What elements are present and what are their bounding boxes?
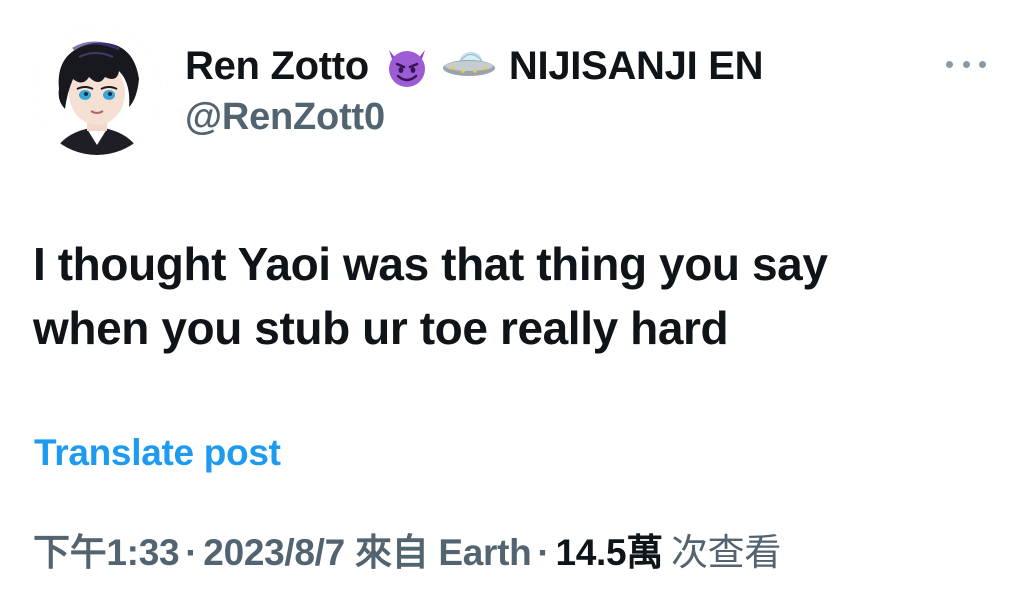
smiling-devil-emoji-icon	[383, 42, 431, 90]
post-source: 來自 Earth	[354, 532, 532, 573]
post-metadata: 下午1:33 · 2023/8/7 來自 Earth · 14.5萬 次查看	[33, 522, 781, 576]
separator: ·	[185, 532, 198, 573]
avatar-image	[33, 27, 161, 155]
more-dot	[962, 60, 970, 68]
avatar[interactable]	[33, 27, 161, 155]
post-text-line: when you stub ur toe really hard	[33, 302, 729, 354]
post-time[interactable]: 下午1:33	[33, 522, 180, 576]
affiliation-label[interactable]: NIJISANJI EN	[509, 44, 764, 89]
views-count[interactable]: 14.5萬	[555, 522, 663, 576]
views-label: 次查看	[670, 532, 782, 573]
more-dot	[946, 60, 953, 68]
more-options-icon[interactable]	[942, 48, 990, 80]
ufo-emoji-icon	[441, 46, 497, 86]
post-date[interactable]: 2023/8/7	[203, 532, 345, 574]
post-text-line: I thought Yaoi was that thing you say	[33, 238, 828, 290]
display-name[interactable]: Ren Zotto	[185, 44, 369, 89]
separator: ·	[537, 532, 550, 573]
post-text: I thought Yaoi was that thing you say wh…	[33, 232, 993, 360]
author-handle[interactable]: @RenZott0	[185, 96, 385, 139]
tweet-card: Ren Zotto NIJISANJI EN @RenZott0 I thoug…	[0, 0, 1024, 595]
more-dot	[979, 60, 986, 68]
author-name-row[interactable]: Ren Zotto NIJISANJI EN	[185, 38, 763, 94]
translate-post-link[interactable]: Translate post	[34, 432, 281, 474]
